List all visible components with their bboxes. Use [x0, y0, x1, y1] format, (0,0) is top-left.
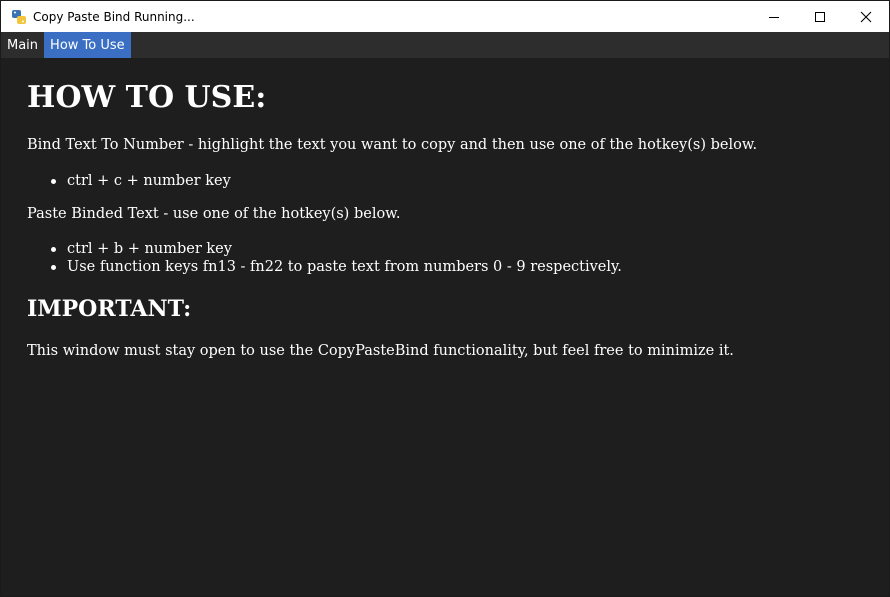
- tab-how-to-use[interactable]: How To Use: [44, 32, 131, 58]
- paste-description: Paste Binded Text - use one of the hotke…: [27, 206, 401, 222]
- important-note: This window must stay open to use the Co…: [27, 343, 734, 359]
- app-window: Copy Paste Bind Running... Main How To U…: [0, 0, 890, 597]
- bullet-icon: [51, 179, 56, 184]
- list-item: ctrl + b + number key: [49, 240, 622, 258]
- bullet-icon: [51, 247, 56, 252]
- tab-bar: Main How To Use: [1, 32, 889, 58]
- bind-description: Bind Text To Number - highlight the text…: [27, 137, 758, 153]
- close-button[interactable]: [843, 1, 889, 32]
- window-title: Copy Paste Bind Running...: [33, 9, 195, 24]
- tab-main[interactable]: Main: [1, 32, 44, 58]
- maximize-button[interactable]: [797, 1, 843, 32]
- minimize-button[interactable]: [751, 1, 797, 32]
- paste-hotkey-list: ctrl + b + number key Use function keys …: [49, 240, 622, 276]
- minimize-icon: [769, 16, 779, 18]
- close-icon: [860, 11, 872, 22]
- list-item: ctrl + c + number key: [49, 172, 231, 190]
- page-title: HOW TO USE:: [27, 80, 267, 115]
- maximize-icon: [815, 11, 825, 22]
- list-item: Use function keys fn13 - fn22 to paste t…: [49, 258, 622, 276]
- python-app-icon: [11, 9, 27, 25]
- title-bar[interactable]: Copy Paste Bind Running...: [1, 1, 889, 32]
- bind-hotkey-list: ctrl + c + number key: [49, 172, 231, 190]
- important-heading: IMPORTANT:: [27, 296, 192, 322]
- how-to-use-panel: HOW TO USE: Bind Text To Number - highli…: [1, 58, 889, 596]
- bullet-icon: [51, 265, 56, 270]
